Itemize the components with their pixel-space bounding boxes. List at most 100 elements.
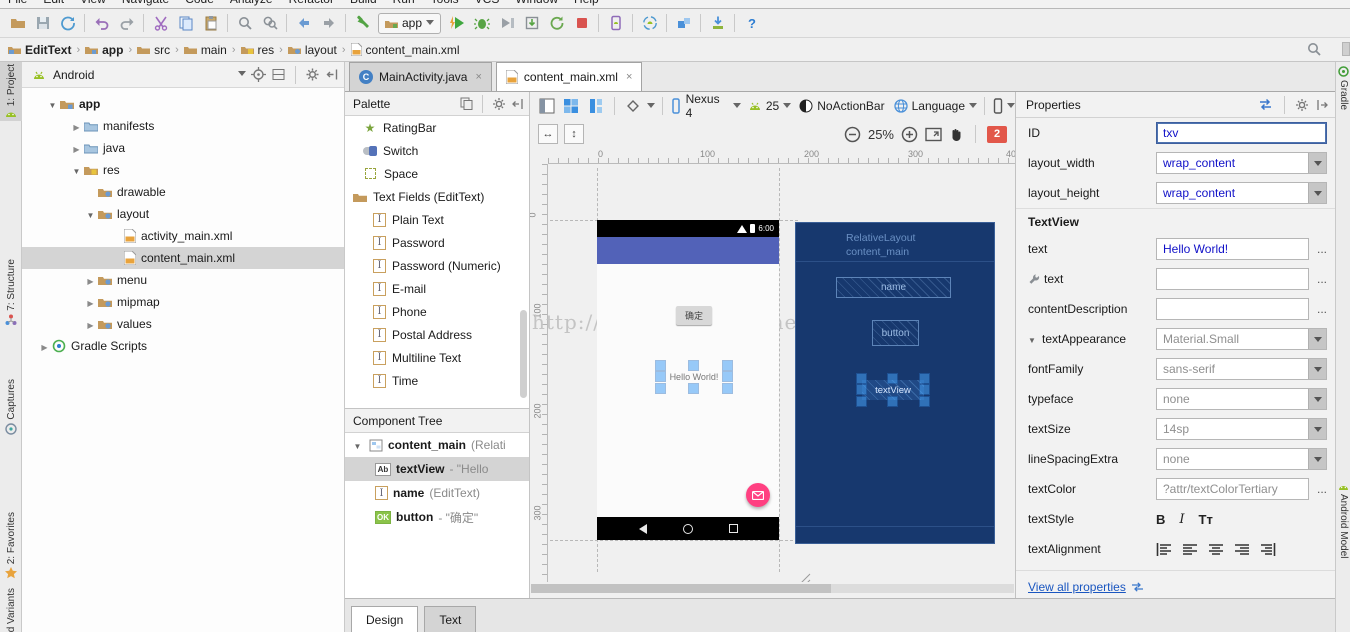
hide-panel-icon[interactable] [325, 67, 340, 82]
typeface-select[interactable]: none [1156, 388, 1327, 410]
swap-panel-icon[interactable] [1257, 97, 1274, 112]
tool-button-favorites[interactable]: 2: Favorites [0, 510, 22, 581]
settings-icon[interactable] [1342, 42, 1350, 56]
cut-icon[interactable] [148, 11, 173, 36]
tree-item-menu[interactable]: menu [22, 269, 344, 291]
run-config-selector[interactable]: app [378, 12, 442, 34]
collapse-all-icon[interactable] [271, 67, 286, 82]
build-icon[interactable] [350, 11, 375, 36]
sync-gradle-icon[interactable] [637, 11, 662, 36]
tree-item-layout[interactable]: layout [22, 203, 344, 225]
palette-item-switch[interactable]: Switch [345, 139, 529, 162]
hide-panel-icon[interactable] [511, 97, 525, 111]
tool-button-android-model[interactable]: Android Model [1336, 480, 1350, 560]
menu-build[interactable]: Build [342, 0, 385, 8]
palette-item-phone[interactable]: Phone [345, 300, 529, 323]
tree-item-mipmap[interactable]: mipmap [22, 291, 344, 313]
paste-icon[interactable] [198, 11, 223, 36]
menu-window[interactable]: Window [507, 0, 566, 8]
expand-arrow-icon[interactable] [84, 207, 97, 221]
breadcrumb-file[interactable]: content_main.xml [349, 43, 462, 57]
align-center-icon[interactable] [1208, 543, 1224, 556]
chevron-down-icon[interactable] [969, 98, 977, 115]
canvas-horizontal-scrollbar[interactable] [531, 584, 1014, 593]
target-device-icon[interactable] [992, 98, 1004, 114]
copy-icon[interactable] [173, 11, 198, 36]
locate-icon[interactable] [251, 67, 266, 82]
both-mode-icon[interactable] [561, 95, 583, 117]
debug-icon[interactable] [469, 11, 494, 36]
language-selector[interactable]: Language [912, 99, 965, 113]
help-icon[interactable]: ? [739, 11, 764, 36]
preview-icon[interactable] [460, 97, 473, 110]
chevron-down-icon[interactable] [783, 98, 791, 115]
ellipsis-button[interactable]: ... [1309, 482, 1327, 496]
palette-item-password[interactable]: Password [345, 231, 529, 254]
expand-arrow-icon[interactable] [70, 141, 83, 155]
run-icon[interactable] [444, 11, 469, 36]
menu-file[interactable]: File [0, 0, 35, 8]
blueprint-preview[interactable]: RelativeLayout content_main name button … [795, 222, 995, 544]
breadcrumb-layout[interactable]: layout [286, 43, 339, 57]
expand-arrow-icon[interactable] [351, 438, 364, 452]
sync-icon[interactable] [55, 11, 80, 36]
design-mode-icon[interactable] [536, 95, 558, 117]
tree-item-app[interactable]: app [22, 93, 344, 115]
layout-width-select[interactable]: wrap_content [1156, 152, 1327, 174]
align-right-icon[interactable] [1234, 543, 1250, 556]
replace-icon[interactable] [257, 11, 282, 36]
tree-item-content-main[interactable]: content_main.xml [22, 247, 344, 269]
undo-icon[interactable] [89, 11, 114, 36]
orientation-icon[interactable] [622, 95, 644, 117]
text-appearance-select[interactable]: Material.Small [1156, 328, 1327, 350]
project-view-selector[interactable]: Android [53, 68, 94, 82]
view-all-properties-link[interactable]: View all properties [1028, 580, 1126, 594]
breadcrumb-src[interactable]: src [135, 43, 172, 57]
forward-icon[interactable] [316, 11, 341, 36]
preview-button[interactable]: 确定 [676, 306, 712, 325]
design-preview[interactable]: 6:00 确定 Hello World! [597, 220, 779, 540]
palette-item-password-numeric[interactable]: Password (Numeric) [345, 254, 529, 277]
tool-button-build-variants[interactable]: Build Variants [0, 586, 22, 632]
text-color-input[interactable]: ?attr/textColorTertiary [1156, 478, 1309, 500]
open-icon[interactable] [5, 11, 30, 36]
expand-arrow-icon[interactable] [84, 295, 97, 309]
menu-tools[interactable]: Tools [423, 0, 467, 8]
menu-vcs[interactable]: VCS [467, 0, 508, 8]
sdk-manager-icon[interactable] [705, 11, 730, 36]
palette-item-postal-address[interactable]: Postal Address [345, 323, 529, 346]
tree-item-manifests[interactable]: manifests [22, 115, 344, 137]
zoom-out-icon[interactable] [844, 126, 861, 143]
layout-height-select[interactable]: wrap_content [1156, 182, 1327, 204]
design-canvas[interactable]: 0 100 200 300 40 0 100 200 300 http://bl… [530, 148, 1015, 582]
ellipsis-button[interactable]: ... [1309, 242, 1327, 256]
run-coverage-icon[interactable] [494, 11, 519, 36]
expand-arrow-icon[interactable] [38, 339, 51, 353]
breadcrumb-res[interactable]: res [239, 43, 277, 57]
rerun-icon[interactable] [544, 11, 569, 36]
allcaps-toggle[interactable]: Tт [1199, 512, 1213, 527]
tool-button-project[interactable]: 1: Project [0, 62, 22, 122]
close-icon[interactable] [626, 71, 632, 83]
ellipsis-button[interactable]: ... [1309, 272, 1327, 286]
menu-code[interactable]: Code [177, 0, 222, 8]
align-end-icon[interactable] [1260, 542, 1276, 556]
match-height-icon[interactable] [564, 124, 584, 144]
tab-text[interactable]: Text [424, 606, 477, 632]
project-structure-icon[interactable] [671, 11, 696, 36]
tool-button-captures[interactable]: Captures [0, 377, 22, 437]
ellipsis-button[interactable]: ... [1309, 302, 1327, 316]
tab-content-main[interactable]: content_main.xml [495, 62, 643, 91]
avd-manager-icon[interactable] [603, 11, 628, 36]
menu-refactor[interactable]: Refactor [281, 0, 342, 8]
chevron-down-icon[interactable] [733, 98, 741, 115]
gear-icon[interactable] [492, 97, 506, 111]
design-text-input[interactable] [1156, 268, 1309, 290]
menu-edit[interactable]: Edit [35, 0, 72, 8]
tree-item-values[interactable]: values [22, 313, 344, 335]
blueprint-button[interactable]: button [872, 320, 919, 346]
tool-button-gradle[interactable]: Gradle [1336, 64, 1350, 112]
content-description-input[interactable] [1156, 298, 1309, 320]
expand-arrow-icon[interactable] [84, 273, 97, 287]
chevron-down-icon[interactable] [647, 98, 655, 115]
